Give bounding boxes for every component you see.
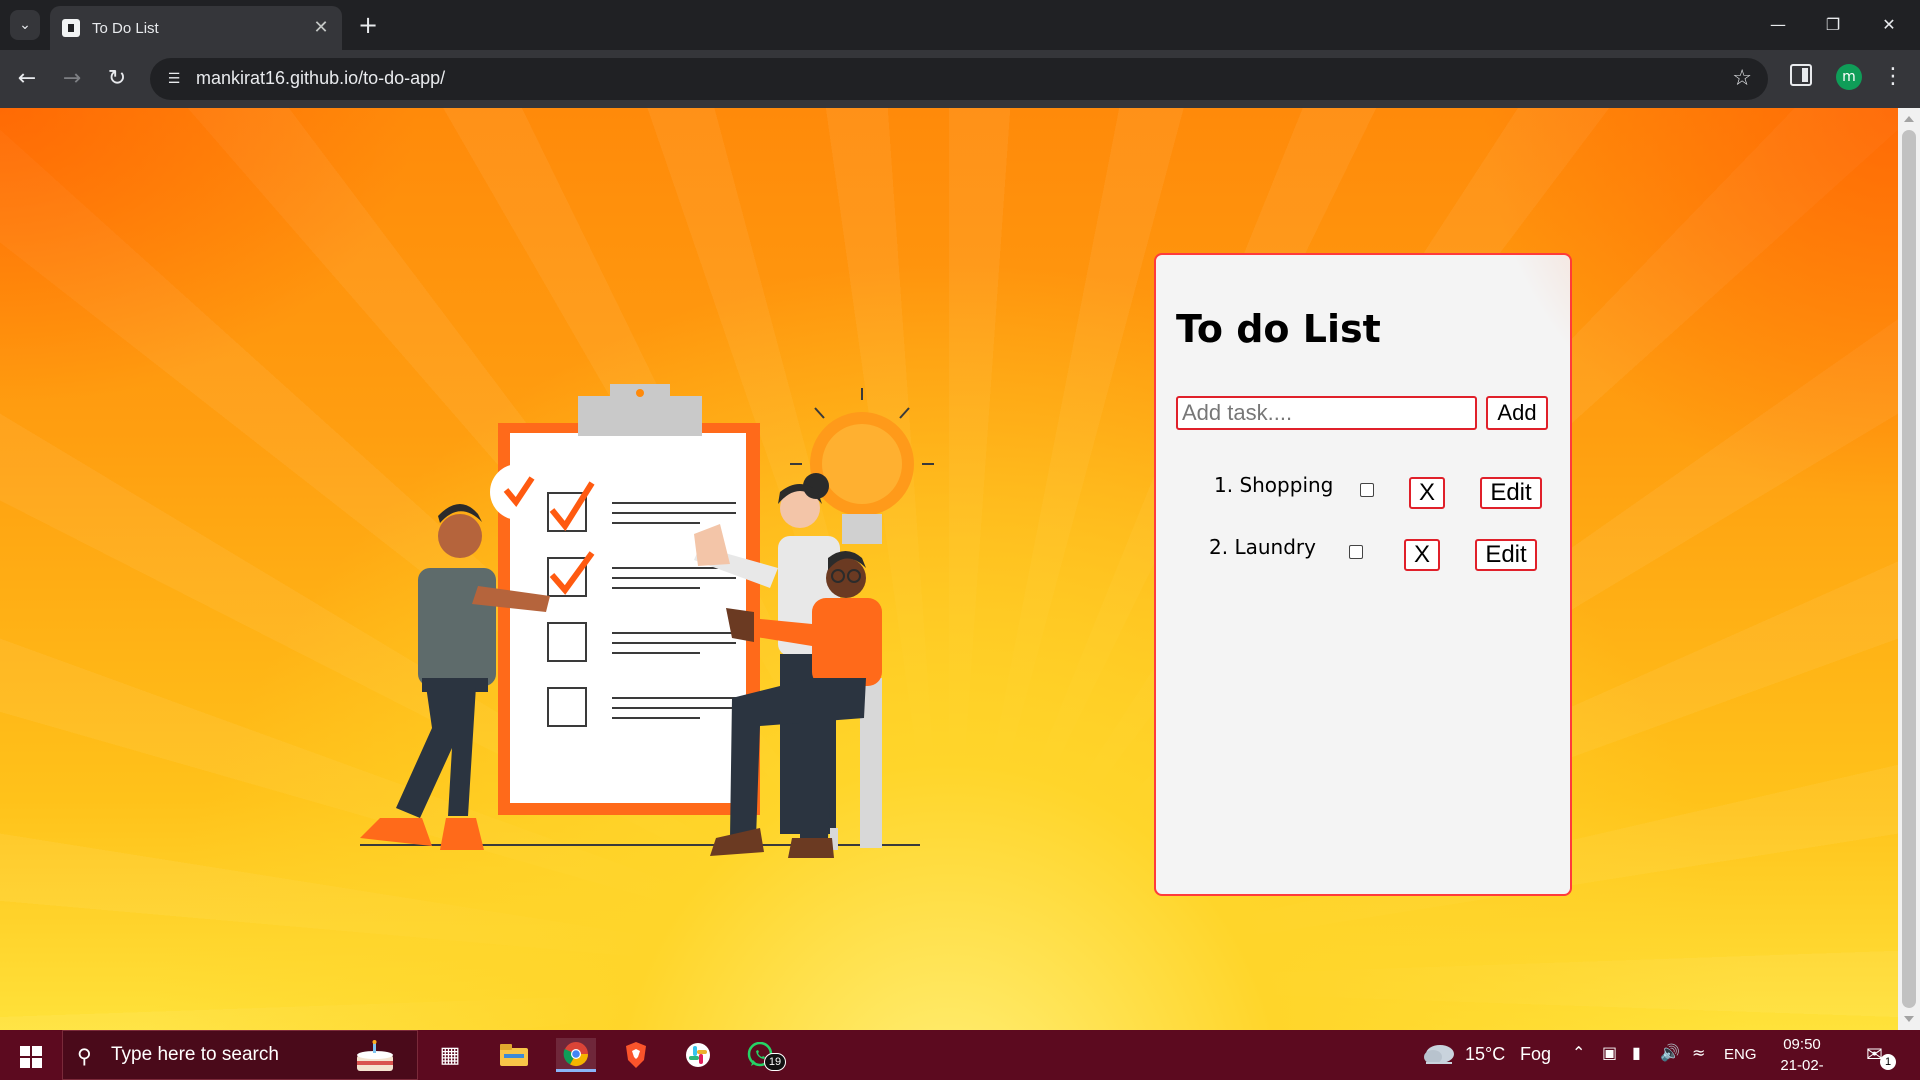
edit-task-button[interactable]: Edit [1475,539,1537,571]
browser-titlebar: ⌄ To Do List ✕ + — ❐ ✕ [0,0,1920,50]
menu-dots-icon[interactable]: ⋮ [1882,62,1904,92]
page-scrollbar[interactable] [1898,108,1920,1030]
chevron-up-icon[interactable]: ⌃ [1572,1043,1585,1062]
whatsapp-badge: 19 [764,1053,786,1071]
clock-date: 21-02-2024 [1780,1057,1824,1080]
site-info-icon[interactable]: ☰ [162,67,186,91]
minimize-button[interactable]: — [1755,8,1801,42]
task-text: 1. Shopping [1214,473,1334,497]
scroll-down-icon[interactable] [1904,1016,1914,1022]
tab-favicon [62,19,80,37]
window-close-icon: ✕ [1882,15,1896,34]
todo-card: To do List Add 1. Shopping X Edit 2. Lau… [1154,253,1572,896]
page-title: To do List [1176,307,1381,351]
taskbar-search[interactable]: ⚲ Type here to search [62,1030,418,1080]
edit-task-button[interactable]: Edit [1480,477,1542,509]
task-text: 2. Laundry [1209,535,1316,559]
weather-condition[interactable]: Fog [1520,1044,1551,1065]
url-text[interactable]: mankirat16.github.io/to-do-app/ [196,68,445,89]
minimize-icon: — [1770,15,1786,34]
add-task-button[interactable]: Add [1486,396,1548,430]
task-checkbox[interactable] [1349,545,1363,559]
file-explorer-icon[interactable] [494,1038,534,1072]
brave-icon[interactable] [616,1038,656,1072]
window-close-button[interactable]: ✕ [1866,8,1912,42]
language-indicator[interactable]: ENG [1724,1046,1757,1063]
wifi-icon[interactable]: ≈ [1692,1043,1705,1062]
taskbar-clock[interactable]: 09:50 21-02-2024 [1764,1034,1840,1080]
plus-icon: + [357,11,379,39]
chrome-icon[interactable] [556,1038,596,1072]
delete-task-button[interactable]: X [1404,539,1440,571]
task-view-icon[interactable]: ▦ [430,1038,470,1072]
task-checkbox[interactable] [1360,483,1374,497]
scroll-up-icon[interactable] [1904,116,1914,122]
new-tab-button[interactable]: + [353,10,383,40]
battery-icon[interactable]: ▮ [1632,1043,1641,1062]
back-arrow-icon[interactable]: ← [10,62,44,96]
notification-badge: 1 [1880,1054,1896,1070]
profile-avatar[interactable]: m [1836,64,1862,90]
weather-cloud-icon[interactable] [1422,1040,1456,1068]
windows-taskbar: ⚲ Type here to search ▦ 19 15°C Fog ⌃ ▣ … [0,1030,1920,1080]
slack-icon[interactable] [678,1038,718,1072]
address-bar[interactable]: ☰ mankirat16.github.io/to-do-app/ ☆ [150,58,1768,100]
weather-temp[interactable]: 15°C [1465,1044,1505,1065]
list-item: 1. Shopping X Edit [1214,473,1554,509]
tab-title: To Do List [92,19,159,37]
volume-icon[interactable]: 🔊 [1660,1043,1680,1062]
tab-search-icon[interactable]: ⌄ [10,10,40,40]
close-icon[interactable]: ✕ [310,17,332,39]
restore-icon: ❐ [1825,15,1841,34]
cake-icon [357,1040,393,1071]
search-placeholder: Type here to search [111,1044,279,1065]
list-item: 2. Laundry X Edit [1209,535,1549,571]
restore-button[interactable]: ❐ [1810,8,1856,42]
side-panel-icon[interactable] [1790,64,1812,86]
windows-logo-icon[interactable] [10,1038,50,1072]
page-viewport: To do List Add 1. Shopping X Edit 2. Lau… [0,108,1898,1030]
search-icon: ⚲ [77,1044,92,1068]
team-checklist-illustration [360,384,934,858]
star-icon[interactable]: ☆ [1732,66,1752,91]
reload-icon[interactable]: ↻ [100,62,134,96]
browser-toolbar: ← → ↻ ☰ mankirat16.github.io/to-do-app/ … [0,50,1920,108]
meet-icon[interactable]: ▣ [1602,1043,1617,1062]
scroll-thumb[interactable] [1902,130,1916,1008]
task-input[interactable] [1176,396,1477,430]
browser-tab[interactable]: To Do List ✕ [50,6,342,50]
forward-arrow-icon[interactable]: → [55,62,89,96]
clock-time: 09:50 [1783,1036,1821,1053]
notification-icon[interactable]: ✉ 1 [1866,1042,1896,1070]
delete-task-button[interactable]: X [1409,477,1445,509]
